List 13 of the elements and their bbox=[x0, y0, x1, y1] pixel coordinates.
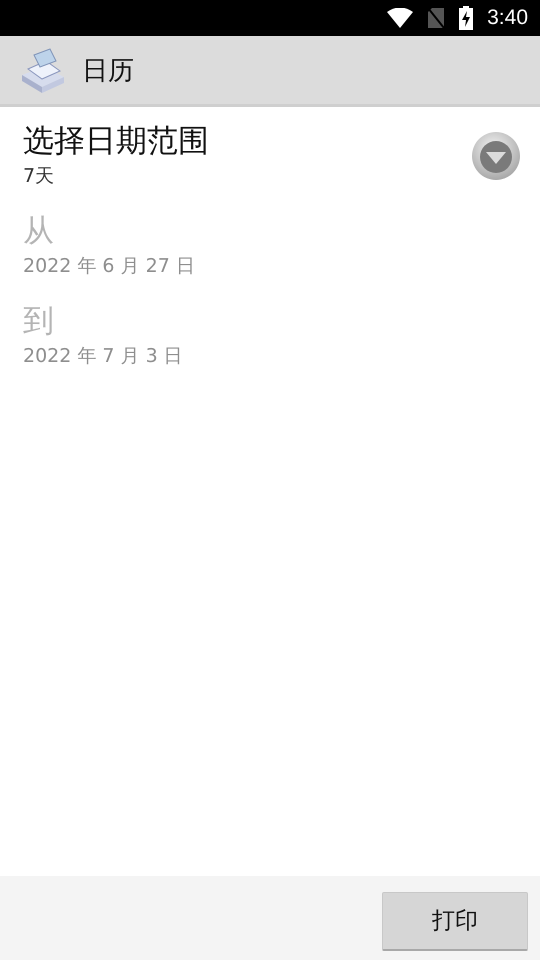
battery-charging-icon bbox=[459, 6, 474, 30]
setting-title: 从 bbox=[23, 212, 55, 251]
app-title: 日历 bbox=[82, 54, 134, 88]
setting-value: 2022 年 6 月 27 日 bbox=[23, 254, 195, 279]
no-sim-icon bbox=[427, 7, 446, 29]
wifi-icon bbox=[387, 8, 414, 28]
setting-value: 7天 bbox=[23, 164, 56, 189]
setting-title: 到 bbox=[23, 302, 55, 341]
setting-value: 2022 年 7 月 3 日 bbox=[23, 344, 183, 369]
print-button[interactable]: 打印 bbox=[382, 892, 528, 950]
status-time: 3:40 bbox=[487, 6, 528, 30]
printer-logo-icon bbox=[20, 47, 66, 93]
setting-title: 选择日期范围 bbox=[23, 122, 209, 161]
